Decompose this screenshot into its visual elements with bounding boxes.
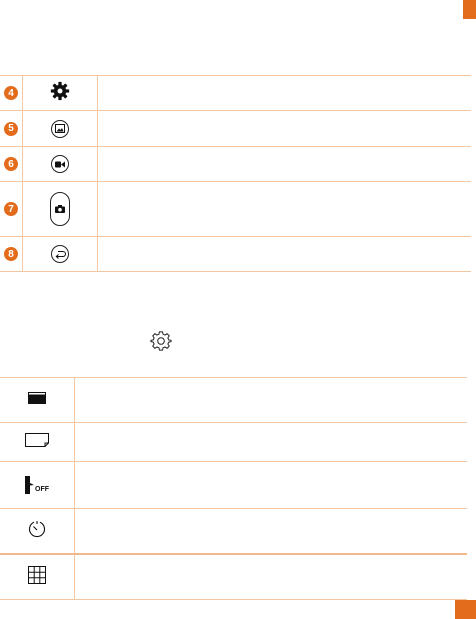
row-description (80, 423, 467, 461)
table-row: 7 (0, 182, 471, 237)
table-row: 5 (0, 111, 471, 147)
row-description (100, 237, 471, 271)
image-size-icon (28, 391, 46, 409)
row-description (100, 182, 471, 236)
row-description (100, 76, 471, 110)
table-row: OFF (0, 462, 467, 509)
callout-number: 7 (4, 202, 18, 216)
camera-settings-table: OFF (0, 377, 467, 600)
settings-gear-icon (50, 81, 70, 106)
page-number-tab (455, 600, 476, 619)
row-description (100, 111, 471, 146)
icon-cell (0, 378, 75, 422)
row-description (80, 509, 467, 553)
callout-number: 6 (4, 157, 18, 171)
row-description (80, 378, 467, 422)
gallery-icon (51, 119, 69, 138)
row-description (80, 555, 467, 599)
video-record-icon (51, 155, 69, 173)
photo-ratio-icon (25, 432, 49, 452)
icon-cell (0, 509, 75, 553)
icon-cell (22, 147, 98, 181)
icon-cell (0, 555, 75, 599)
table-row: 6 (0, 147, 471, 182)
table-row (0, 509, 467, 555)
callout-number: 5 (4, 121, 18, 136)
icon-cell (22, 76, 98, 110)
table-row: 8 (0, 237, 471, 272)
callout-number: 8 (4, 247, 18, 261)
row-description (100, 147, 471, 181)
icon-cell (22, 111, 98, 146)
camera-shutter-icon (50, 192, 70, 226)
back-icon (51, 245, 69, 263)
grid-icon (28, 565, 46, 589)
voice-shutter-off-icon: OFF (25, 476, 49, 494)
icon-cell: OFF (0, 462, 75, 508)
timer-icon (28, 520, 46, 543)
table-row (0, 377, 467, 423)
icon-cell (22, 237, 98, 271)
table-row: 4 (0, 75, 471, 111)
camera-controls-table: 4 5 6 7 8 (0, 75, 471, 272)
settings-outline-gear-icon (150, 330, 172, 352)
callout-number: 4 (4, 86, 18, 100)
icon-cell (0, 423, 75, 461)
table-row (0, 555, 467, 600)
icon-cell (22, 182, 98, 236)
chapter-tab (463, 0, 476, 19)
voice-shutter-off-text: OFF (35, 486, 49, 493)
row-description (80, 462, 467, 508)
table-row (0, 423, 467, 462)
